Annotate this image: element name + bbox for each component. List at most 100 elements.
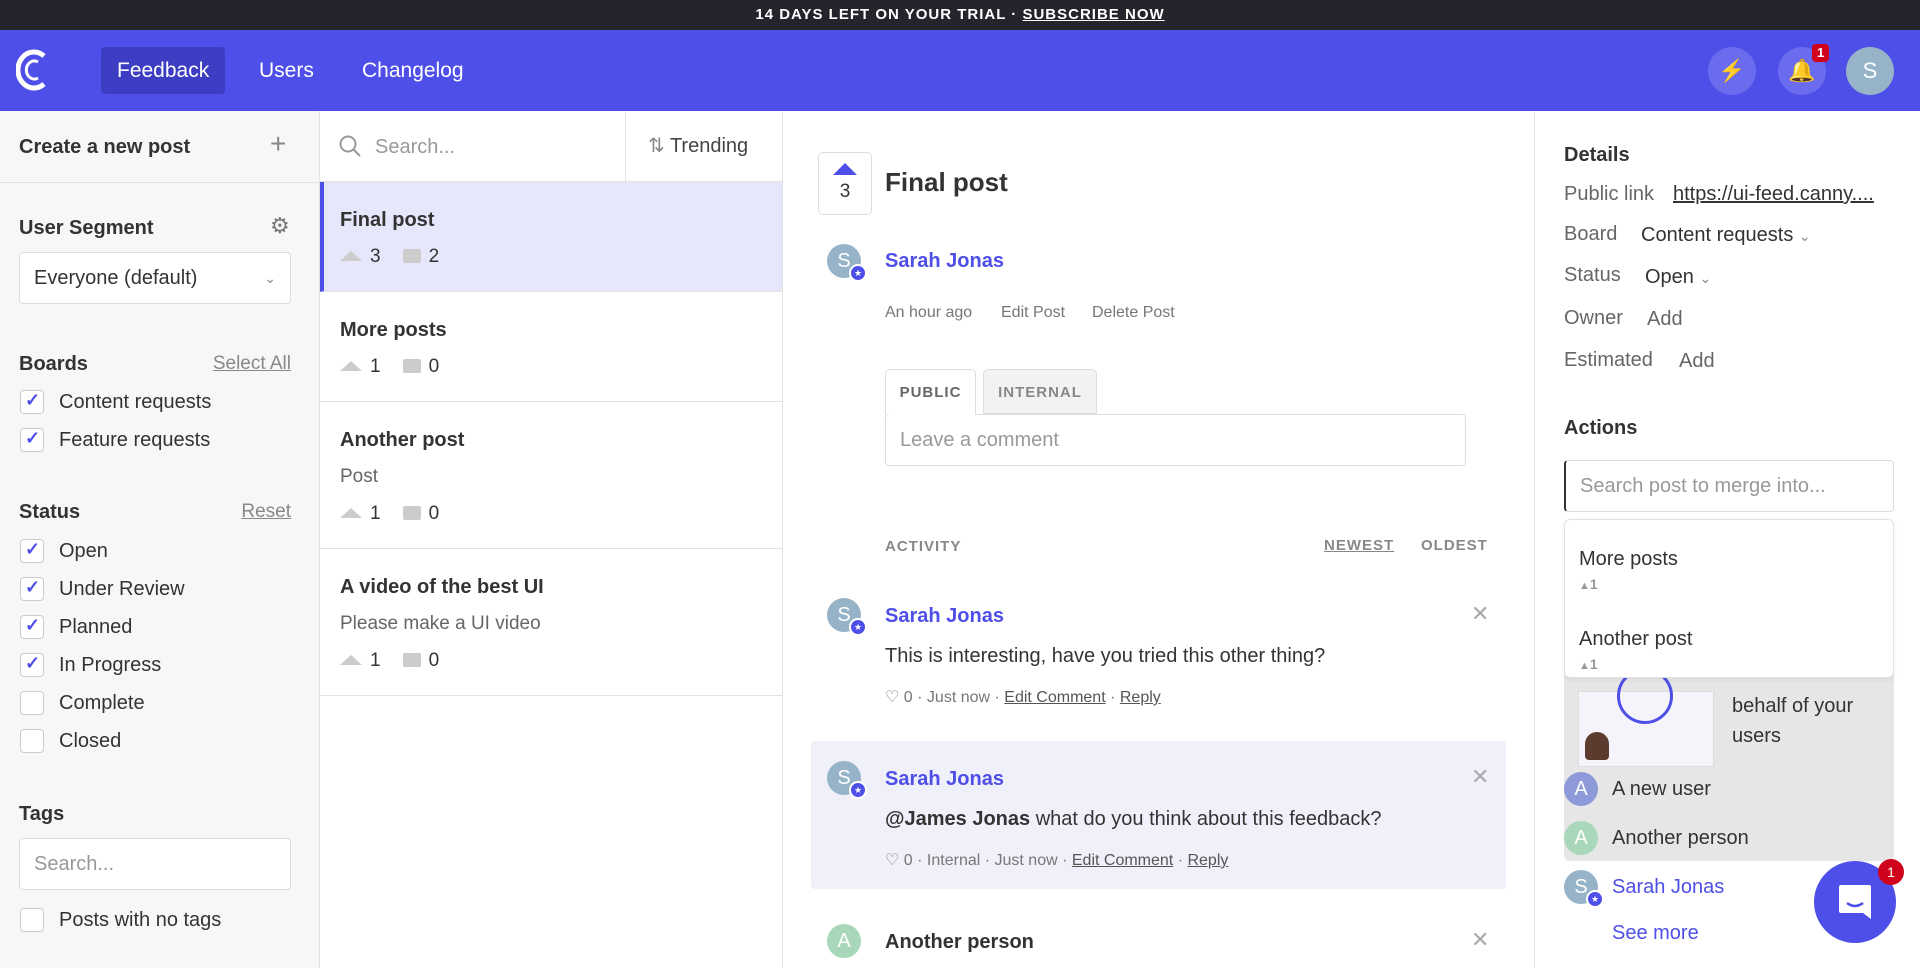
- search-icon: [339, 135, 361, 157]
- divider: [0, 182, 320, 183]
- tab-public[interactable]: PUBLIC: [885, 369, 976, 415]
- see-more-link[interactable]: See more: [1612, 922, 1699, 945]
- lightning-icon[interactable]: ⚡: [1708, 47, 1756, 95]
- list-item[interactable]: More posts 10: [320, 292, 782, 402]
- sort-oldest[interactable]: OLDEST: [1421, 537, 1488, 554]
- checkbox-closed[interactable]: [20, 729, 44, 753]
- segment-select[interactable]: Everyone (default) ⌄: [19, 252, 291, 304]
- close-icon[interactable]: ✕: [1471, 764, 1489, 790]
- top-nav: Feedback Users Changelog ⚡ 🔔 1 S: [0, 30, 1920, 111]
- gear-icon[interactable]: ⚙: [270, 213, 290, 239]
- comment-icon: [402, 359, 421, 373]
- plus-icon[interactable]: +: [270, 128, 286, 160]
- reply-link[interactable]: Reply: [1187, 852, 1228, 869]
- list-item[interactable]: Another post Post 10: [320, 402, 782, 549]
- segment-heading: User Segment: [19, 217, 154, 239]
- comment-icon: [402, 506, 421, 520]
- chevron-down-icon: ⌄: [1798, 228, 1811, 244]
- checkbox-in-progress[interactable]: [20, 653, 44, 677]
- list-item[interactable]: Final post 32: [320, 182, 782, 292]
- nav-feedback[interactable]: Feedback: [101, 47, 226, 94]
- avatar: S ★: [1564, 870, 1604, 908]
- select-all-link[interactable]: Select All: [213, 353, 291, 375]
- tags-search-input[interactable]: Search...: [19, 838, 291, 890]
- sort-button[interactable]: ⇅ Trending: [625, 111, 782, 182]
- board-select[interactable]: Content requests ⌄: [1641, 224, 1811, 247]
- tags-heading: Tags: [19, 803, 65, 825]
- edit-comment-link[interactable]: Edit Comment: [1072, 852, 1173, 869]
- merge-option[interactable]: More posts: [1579, 548, 1678, 571]
- heart-icon[interactable]: ♡: [885, 689, 899, 706]
- chevron-down-icon: ⌄: [1699, 270, 1712, 286]
- estimated-add[interactable]: Add: [1679, 350, 1715, 373]
- checkbox-complete[interactable]: [20, 691, 44, 715]
- boards-heading: Boards: [19, 353, 88, 375]
- edit-comment-link[interactable]: Edit Comment: [1004, 689, 1105, 706]
- edit-post-link[interactable]: Edit Post: [1001, 304, 1065, 322]
- upvote-icon: [340, 251, 362, 261]
- merge-option[interactable]: Another post: [1579, 628, 1692, 651]
- avatar: A: [1564, 772, 1598, 806]
- comment-author[interactable]: Sarah Jonas: [885, 768, 1004, 791]
- voter-name: A new user: [1612, 778, 1711, 800]
- merge-search-input[interactable]: Search post to merge into...: [1564, 460, 1894, 512]
- filters-sidebar: Create a new post + User Segment ⚙ Every…: [0, 111, 320, 968]
- post-list: Search... ⇅ Trending Final post 32 More …: [320, 111, 783, 968]
- delete-post-link[interactable]: Delete Post: [1092, 304, 1175, 322]
- nav-users[interactable]: Users: [243, 47, 330, 94]
- mention[interactable]: @James Jonas: [885, 808, 1030, 830]
- checkbox-planned[interactable]: [20, 615, 44, 639]
- create-post[interactable]: Create a new post: [19, 136, 190, 159]
- upvote-icon: [340, 361, 362, 371]
- status-select[interactable]: Open ⌄: [1645, 266, 1711, 289]
- promo-text: behalf of your users: [1732, 695, 1854, 747]
- checkbox-open[interactable]: [20, 539, 44, 563]
- subscribe-link[interactable]: SUBSCRIBE NOW: [1022, 6, 1164, 23]
- voter-name: Another person: [1612, 827, 1749, 849]
- list-item[interactable]: A video of the best UI Please make a UI …: [320, 549, 782, 696]
- upvote-icon: [340, 655, 362, 665]
- reset-link[interactable]: Reset: [241, 501, 291, 523]
- close-icon[interactable]: ✕: [1471, 927, 1489, 953]
- video-thumbnail[interactable]: [1578, 668, 1714, 767]
- post-title: Final post: [885, 167, 1008, 197]
- checkbox-no-tags[interactable]: [20, 908, 44, 932]
- sort-newest[interactable]: NEWEST: [1324, 537, 1394, 554]
- comment-meta: ♡ 0 · Just now · Edit Comment · Reply: [885, 689, 1161, 706]
- public-link[interactable]: https://ui-feed.canny....: [1673, 183, 1874, 206]
- comment-meta: ♡ 0 · Internal · Just now · Edit Comment…: [885, 852, 1229, 869]
- reply-link[interactable]: Reply: [1120, 689, 1161, 706]
- checkbox-content-requests[interactable]: [20, 390, 44, 414]
- avatar[interactable]: S: [1846, 47, 1894, 95]
- actions-heading: Actions: [1564, 417, 1638, 439]
- post-detail: 3 Final post S ★ Sarah Jonas An hour ago …: [783, 111, 1535, 968]
- vote-button[interactable]: 3: [818, 152, 872, 215]
- upvote-icon: [340, 508, 362, 518]
- upvote-icon: ▲: [1579, 660, 1590, 672]
- canny-logo[interactable]: [16, 48, 50, 92]
- tab-internal[interactable]: INTERNAL: [983, 369, 1097, 414]
- heart-icon[interactable]: ♡: [885, 852, 899, 869]
- voter-name[interactable]: Sarah Jonas: [1612, 876, 1724, 899]
- merge-dropdown: More posts ▲1 Another post ▲1: [1564, 519, 1894, 678]
- activity-heading: ACTIVITY: [885, 538, 962, 555]
- checkbox-feature-requests[interactable]: [20, 428, 44, 452]
- comment-input[interactable]: Leave a comment: [885, 414, 1466, 466]
- comment-text: This is interesting, have you tried this…: [885, 645, 1326, 667]
- details-panel: Details Public link https://ui-feed.cann…: [1535, 111, 1920, 968]
- owner-add[interactable]: Add: [1647, 308, 1683, 331]
- list-header: Search... ⇅ Trending: [320, 111, 782, 182]
- avatar: S ★: [827, 761, 867, 799]
- post-search-input[interactable]: Search...: [375, 136, 455, 159]
- nav-changelog[interactable]: Changelog: [346, 47, 480, 94]
- comment-author[interactable]: Another person: [885, 931, 1034, 954]
- close-icon[interactable]: ✕: [1471, 601, 1489, 627]
- author-name[interactable]: Sarah Jonas: [885, 250, 1004, 273]
- avatar: S ★: [827, 598, 867, 636]
- comment-author[interactable]: Sarah Jonas: [885, 605, 1004, 628]
- comment-icon: [402, 249, 421, 263]
- comment-icon: [402, 653, 421, 667]
- upvote-icon: ▲: [1579, 580, 1590, 592]
- avatar: S ★: [827, 244, 867, 282]
- checkbox-under-review[interactable]: [20, 577, 44, 601]
